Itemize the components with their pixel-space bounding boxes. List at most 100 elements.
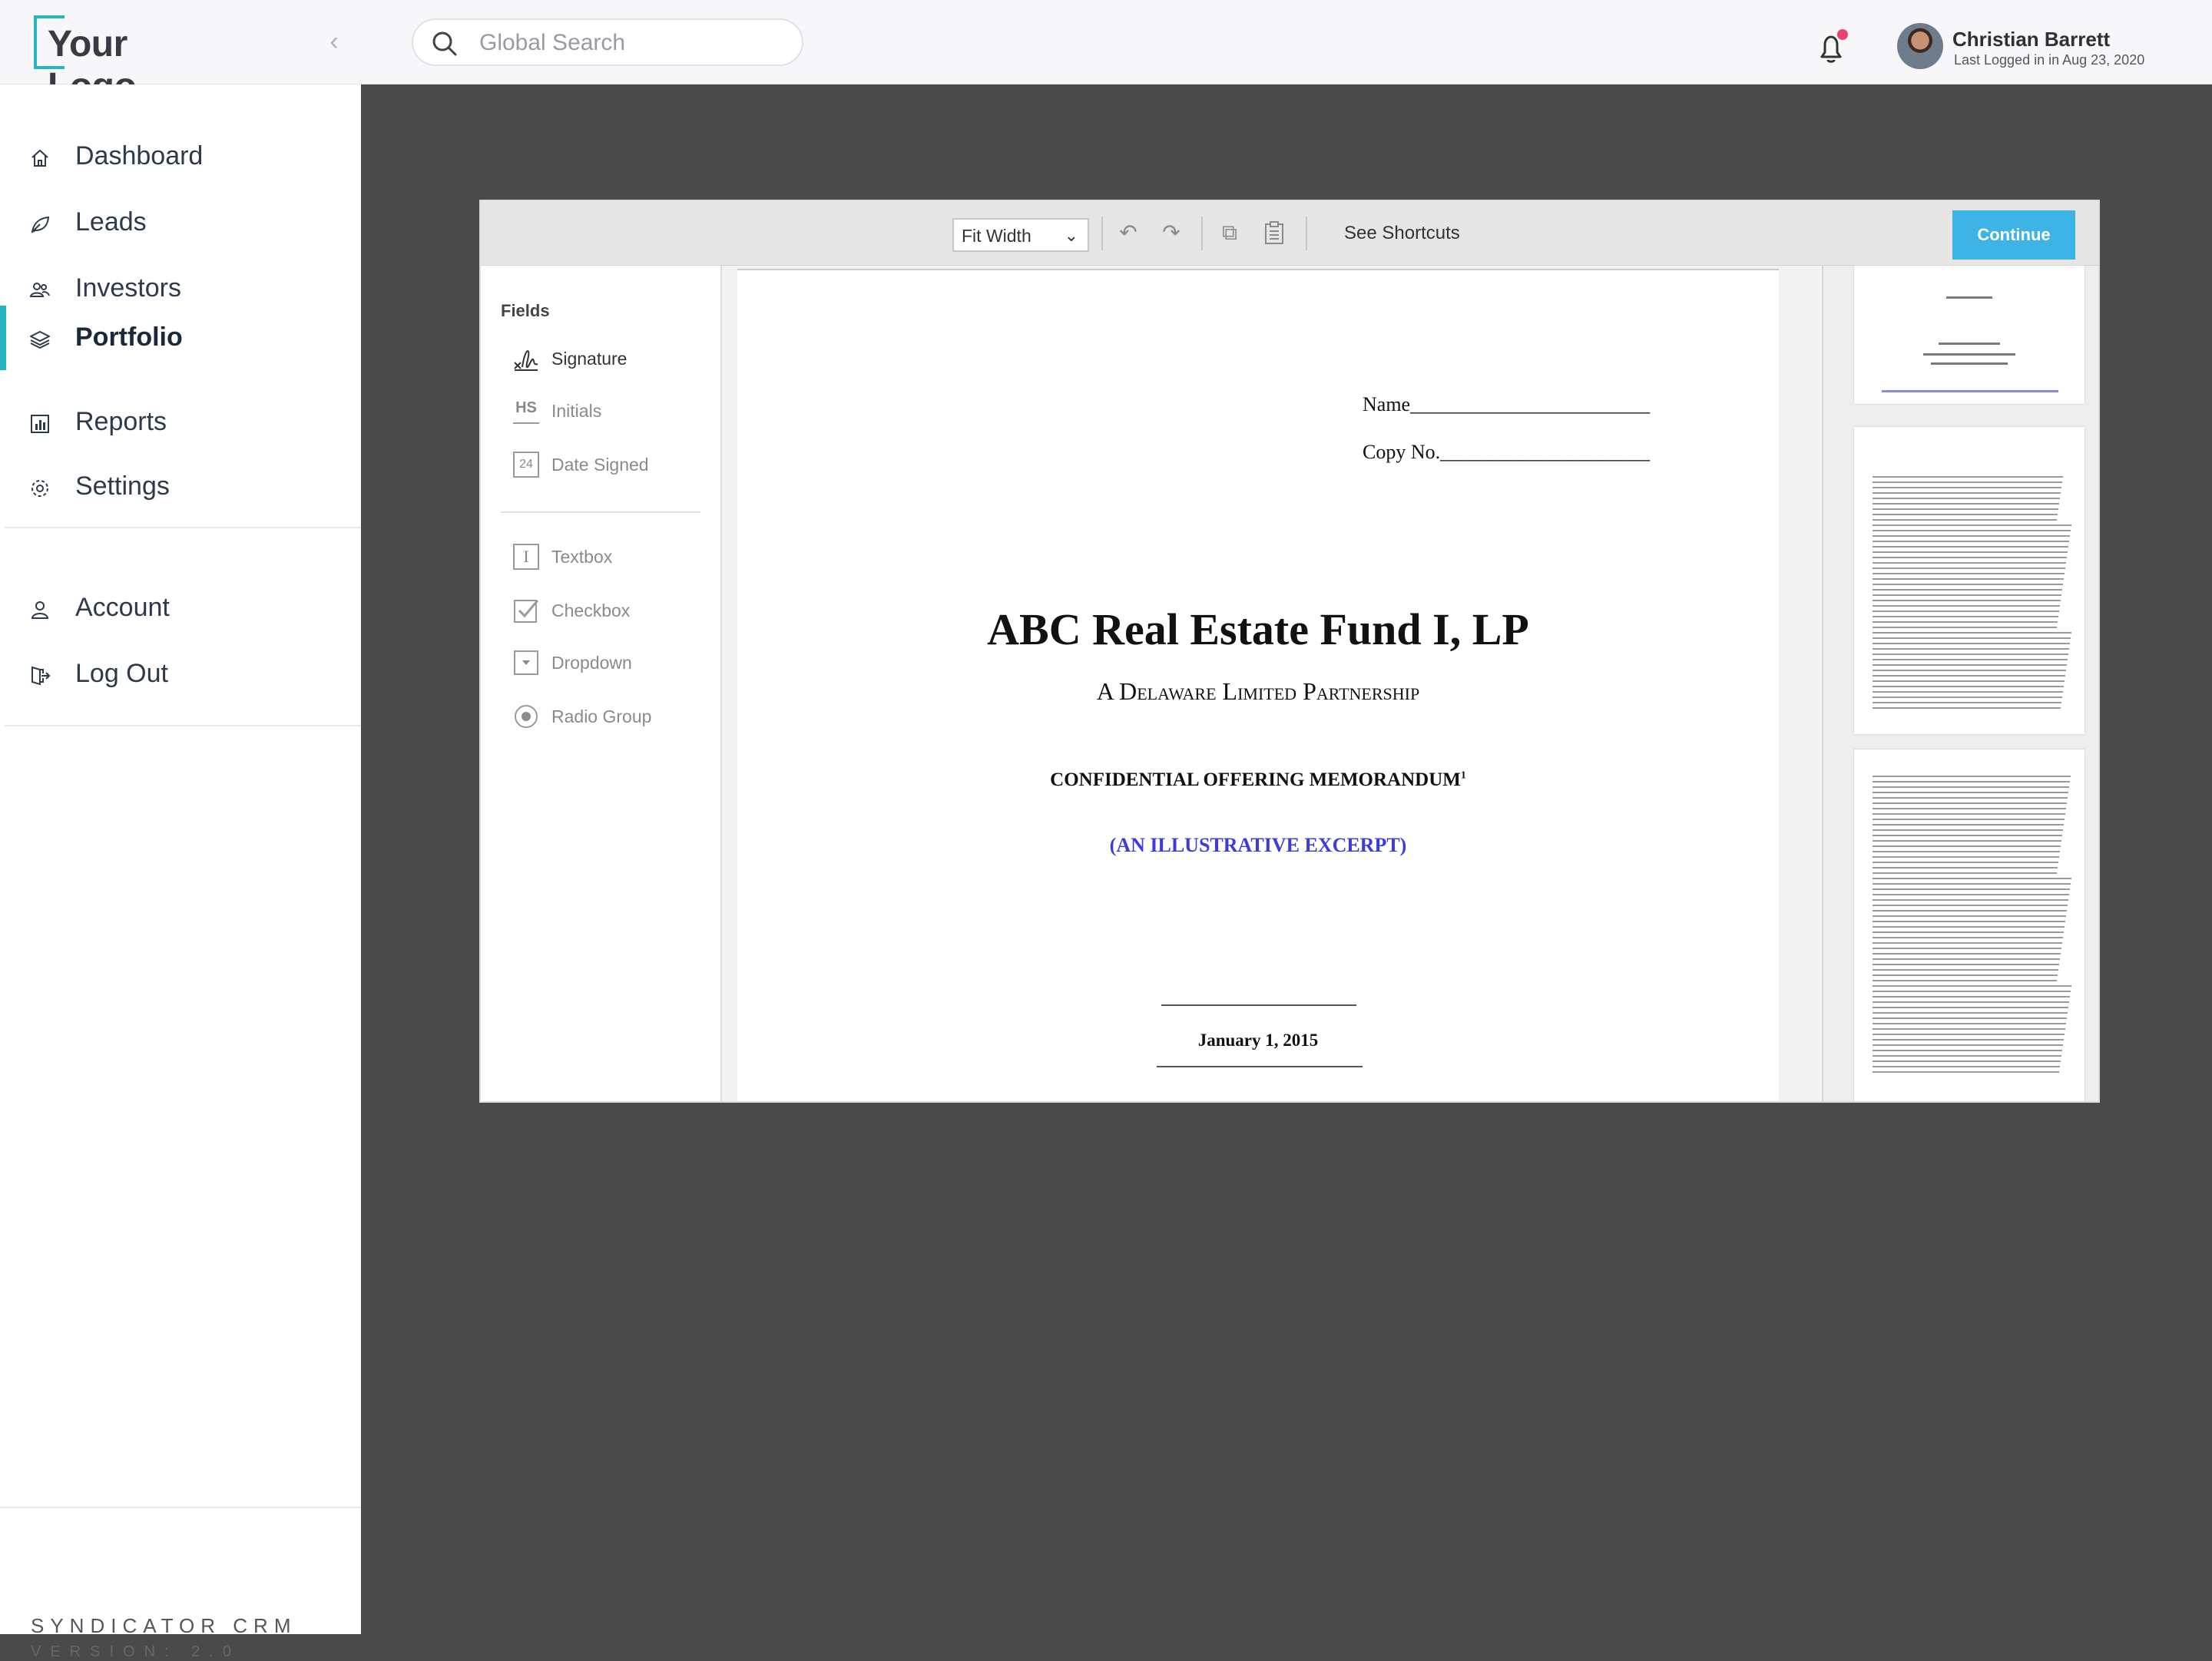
name-label: Name [1363, 393, 1411, 415]
sidebar-item-logout[interactable]: Log Out [0, 644, 361, 705]
thumb-line [1873, 921, 2065, 922]
thumb-line [1873, 792, 2068, 793]
sidebar-item-label: Settings [75, 471, 170, 501]
page-thumbnails[interactable] [1822, 266, 2098, 1101]
chart-icon [31, 415, 49, 433]
toolbar-separator [1101, 217, 1103, 250]
thumb-line [1873, 1007, 2068, 1008]
avatar[interactable] [1897, 23, 1943, 69]
field-signature[interactable]: Signature [513, 346, 713, 376]
sidebar-item-reports[interactable]: Reports [0, 392, 361, 453]
collapse-sidebar-chevron-icon[interactable]: ‹ [323, 28, 346, 55]
undo-icon[interactable]: ↶ [1117, 220, 1140, 246]
last-login: Last Logged in in Aug 23, 2020 [1954, 52, 2145, 68]
thumb-line [1873, 781, 2070, 783]
thumb-line [1939, 342, 2000, 345]
page-thumbnail[interactable] [1854, 266, 2085, 404]
thumb-line [1873, 546, 2068, 548]
thumb-line [1873, 942, 2062, 944]
signature-icon [514, 350, 538, 371]
user-icon [31, 601, 49, 619]
sidebar-item-settings[interactable]: Settings [0, 456, 361, 518]
thumb-line [1873, 878, 2071, 879]
thumb-line [1873, 1034, 2065, 1035]
thumb-line [1873, 610, 2059, 612]
field-radio-group[interactable]: Radio Group [513, 703, 713, 734]
thumb-line [1873, 691, 2063, 693]
redo-icon[interactable]: ↷ [1160, 220, 1183, 246]
thumb-line [1873, 686, 2064, 687]
thumb-line [1873, 707, 2061, 709]
thumb-line [1873, 578, 2064, 580]
field-checkbox[interactable]: Checkbox [513, 597, 713, 628]
thumb-line [1873, 637, 2071, 639]
sidebar-divider [5, 527, 361, 528]
sidebar-item-label: Investors [75, 273, 181, 303]
thumb-line [1873, 680, 2065, 682]
toolbar-separator [1201, 217, 1203, 250]
thumb-line [1873, 862, 2058, 863]
thumb-line [1873, 605, 2060, 607]
sidebar-item-dashboard[interactable]: Dashboard [0, 126, 361, 187]
copy-label: Copy No. [1363, 441, 1441, 463]
memo-footnote: 1 [1460, 769, 1466, 782]
clipboard-icon[interactable] [1263, 220, 1286, 246]
thumb-line [1873, 835, 2062, 836]
field-label: Checkbox [551, 601, 631, 620]
thumb-line [1873, 524, 2071, 526]
thumb-line [1873, 1071, 2059, 1073]
thumb-line [1873, 1028, 2065, 1030]
thumb-line [1873, 557, 2067, 558]
thumb-line [1873, 969, 2058, 971]
document-page[interactable]: Name________________________ Copy No.___… [737, 269, 1779, 1101]
thumb-line [1873, 632, 2071, 634]
continue-button[interactable]: Continue [1952, 210, 2075, 260]
memo-text: CONFIDENTIAL OFFERING MEMORANDUM [1050, 769, 1461, 790]
thumb-line [1873, 910, 2067, 912]
footer-version: VERSION: 2.0 [31, 1643, 240, 1660]
global-search[interactable] [412, 18, 803, 66]
radio-icon [515, 705, 538, 728]
thumb-line [1873, 573, 2065, 574]
document-viewer[interactable]: Name________________________ Copy No.___… [722, 266, 1822, 1101]
notifications-bell-icon[interactable] [1817, 29, 1848, 65]
thumb-line [1873, 797, 2068, 799]
copy-icon[interactable]: ⧉ [1218, 220, 1241, 246]
thumb-line [1873, 991, 2071, 992]
thumb-line [1873, 659, 2068, 660]
logo[interactable]: Your Logo [34, 15, 218, 107]
sidebar-item-label: Dashboard [75, 141, 204, 170]
user-name: Christian Barrett [1952, 28, 2111, 51]
thumb-line [1873, 824, 2064, 826]
thumb-line [1873, 562, 2066, 564]
name-line: Name________________________ [1363, 393, 1651, 415]
thumb-line [1873, 813, 2065, 815]
field-textbox[interactable]: I Textbox [513, 544, 713, 574]
field-dropdown[interactable]: Dropdown [513, 650, 713, 680]
fields-panel: Fields Signature HS Initials 24 Date Sig… [481, 266, 722, 1101]
thumb-line [1873, 541, 2069, 542]
thumb-line [1873, 594, 2061, 596]
thumb-line [1873, 937, 2063, 938]
thumb-line [1873, 1066, 2060, 1067]
field-date-signed[interactable]: 24 Date Signed [513, 452, 713, 482]
field-label: Dropdown [551, 653, 632, 673]
thumb-line [1931, 362, 2008, 365]
field-initials[interactable]: HS Initials [513, 398, 713, 428]
see-shortcuts-link[interactable]: See Shortcuts [1344, 223, 1460, 244]
thumb-line [1873, 487, 2061, 488]
thumb-line [1873, 899, 2068, 901]
zoom-select[interactable]: Fit Width ⌄ [952, 218, 1089, 252]
search-input[interactable] [479, 29, 786, 57]
thumb-line [1873, 616, 2058, 617]
thumb-line [1873, 514, 2058, 515]
field-label: Radio Group [551, 706, 652, 726]
page-thumbnail[interactable] [1854, 427, 2085, 734]
page-thumbnail[interactable] [1854, 749, 2085, 1101]
sidebar-item-leads[interactable]: Leads [0, 192, 361, 253]
sidebar: Dashboard Leads Investors Portfolio Repo… [0, 84, 361, 1660]
sidebar-item-account[interactable]: Account [0, 577, 361, 639]
logout-icon [31, 666, 51, 686]
thumb-line [1873, 584, 2063, 585]
sidebar-item-portfolio[interactable]: Portfolio [0, 306, 361, 370]
